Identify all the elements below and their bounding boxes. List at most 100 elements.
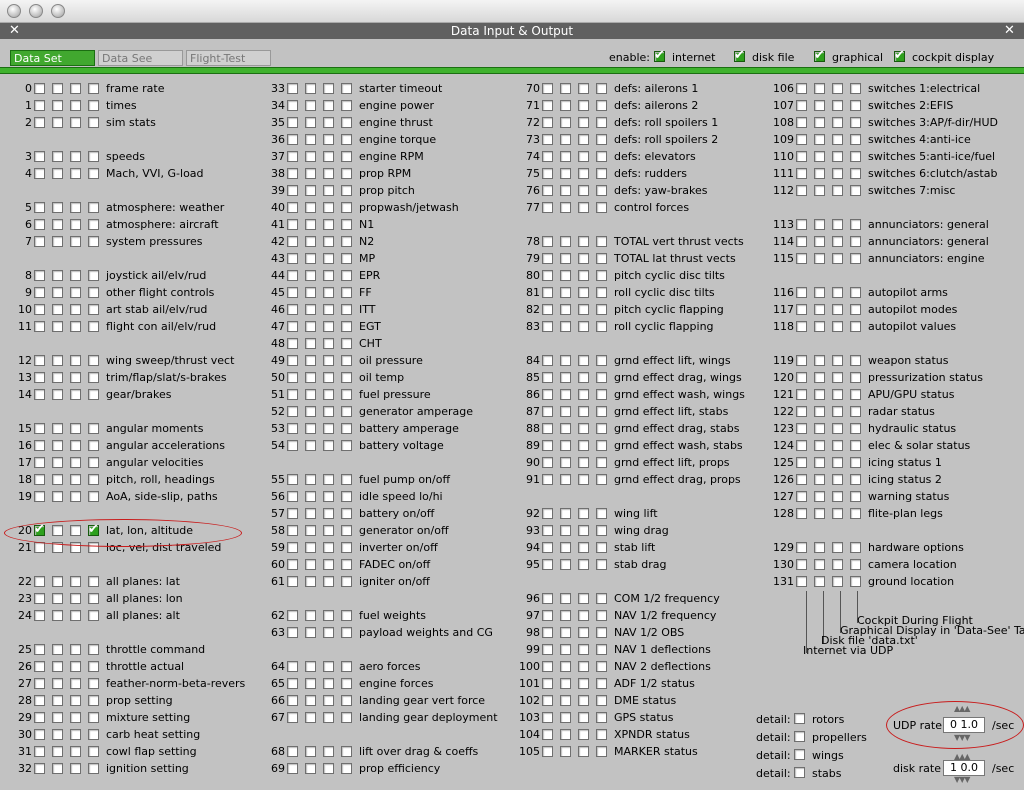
internet-checkbox[interactable]: [542, 712, 553, 723]
graphical-checkbox[interactable]: [323, 253, 334, 264]
graphical-checkbox[interactable]: [323, 406, 334, 417]
graphical-checkbox[interactable]: [578, 525, 589, 536]
cockpit-checkbox[interactable]: [88, 695, 99, 706]
graphical-checkbox[interactable]: [70, 457, 81, 468]
disk-checkbox[interactable]: [814, 219, 825, 230]
graphical-checkbox[interactable]: [323, 576, 334, 587]
disk-checkbox[interactable]: [52, 83, 63, 94]
internet-checkbox[interactable]: [796, 576, 807, 587]
disk-checkbox[interactable]: [814, 151, 825, 162]
cockpit-checkbox[interactable]: [850, 457, 861, 468]
cockpit-checkbox[interactable]: [341, 117, 352, 128]
internet-checkbox[interactable]: [796, 321, 807, 332]
internet-checkbox[interactable]: [34, 270, 45, 281]
cockpit-checkbox[interactable]: [596, 423, 607, 434]
disk-checkbox[interactable]: [814, 508, 825, 519]
internet-checkbox[interactable]: [542, 695, 553, 706]
internet-checkbox[interactable]: [796, 372, 807, 383]
disk-checkbox[interactable]: [52, 321, 63, 332]
cockpit-checkbox[interactable]: [850, 355, 861, 366]
internet-checkbox[interactable]: [287, 202, 298, 213]
disk-checkbox[interactable]: [52, 593, 63, 604]
internet-checkbox[interactable]: [542, 474, 553, 485]
cockpit-checkbox[interactable]: [341, 151, 352, 162]
disk-checkbox[interactable]: [560, 389, 571, 400]
disk-checkbox[interactable]: [560, 151, 571, 162]
graphical-checkbox[interactable]: [70, 321, 81, 332]
internet-checkbox[interactable]: [287, 304, 298, 315]
internet-checkbox[interactable]: [287, 236, 298, 247]
graphical-checkbox[interactable]: [323, 712, 334, 723]
disk-checkbox[interactable]: [814, 168, 825, 179]
cockpit-checkbox[interactable]: [850, 440, 861, 451]
graphical-checkbox[interactable]: [323, 372, 334, 383]
cockpit-checkbox[interactable]: [341, 236, 352, 247]
disk-checkbox[interactable]: [814, 559, 825, 570]
graphical-checkbox[interactable]: [70, 576, 81, 587]
graphical-checkbox[interactable]: [832, 559, 843, 570]
disk-checkbox[interactable]: [814, 355, 825, 366]
cockpit-checkbox[interactable]: [596, 457, 607, 468]
internet-checkbox[interactable]: [287, 355, 298, 366]
cockpit-checkbox[interactable]: [88, 576, 99, 587]
disk-checkbox[interactable]: [305, 321, 316, 332]
disk-checkbox[interactable]: [560, 372, 571, 383]
graphical-checkbox[interactable]: [578, 287, 589, 298]
cockpit-checkbox[interactable]: [88, 100, 99, 111]
disk-checkbox[interactable]: [560, 746, 571, 757]
cockpit-checkbox[interactable]: [596, 440, 607, 451]
graphical-checkbox[interactable]: [323, 168, 334, 179]
internet-checkbox[interactable]: [542, 236, 553, 247]
disk-checkbox[interactable]: [560, 627, 571, 638]
close-icon[interactable]: ✕: [1004, 23, 1015, 39]
disk-checkbox[interactable]: [560, 236, 571, 247]
cockpit-checkbox[interactable]: [341, 253, 352, 264]
disk-checkbox[interactable]: [52, 151, 63, 162]
graphical-checkbox[interactable]: [323, 559, 334, 570]
graphical-checkbox[interactable]: [832, 423, 843, 434]
graphical-checkbox[interactable]: [323, 440, 334, 451]
cockpit-checkbox[interactable]: [341, 627, 352, 638]
disk-checkbox[interactable]: [52, 219, 63, 230]
disk-checkbox[interactable]: [814, 83, 825, 94]
cockpit-checkbox[interactable]: [88, 270, 99, 281]
graphical-checkbox[interactable]: [70, 304, 81, 315]
cockpit-checkbox[interactable]: [341, 389, 352, 400]
tab-flight-test[interactable]: Flight-Test: [186, 50, 271, 66]
internet-checkbox[interactable]: [542, 406, 553, 417]
graphical-checkbox[interactable]: [323, 508, 334, 519]
graphical-checkbox[interactable]: [70, 151, 81, 162]
enable-graphical-checkbox[interactable]: [814, 48, 825, 63]
internet-checkbox[interactable]: [542, 287, 553, 298]
disk-checkbox[interactable]: [305, 355, 316, 366]
internet-checkbox[interactable]: [34, 542, 45, 553]
disk-checkbox[interactable]: [560, 168, 571, 179]
internet-checkbox[interactable]: [542, 525, 553, 536]
internet-checkbox[interactable]: [542, 372, 553, 383]
cockpit-checkbox[interactable]: [341, 423, 352, 434]
graphical-checkbox[interactable]: [70, 389, 81, 400]
internet-checkbox[interactable]: [796, 406, 807, 417]
cockpit-checkbox[interactable]: [850, 151, 861, 162]
cockpit-checkbox[interactable]: [850, 134, 861, 145]
cockpit-checkbox[interactable]: [850, 304, 861, 315]
cockpit-checkbox[interactable]: [850, 576, 861, 587]
disk-checkbox[interactable]: [305, 559, 316, 570]
internet-checkbox[interactable]: [796, 83, 807, 94]
internet-checkbox[interactable]: [287, 406, 298, 417]
internet-checkbox[interactable]: [34, 440, 45, 451]
disk-checkbox[interactable]: [52, 202, 63, 213]
disk-checkbox[interactable]: [52, 729, 63, 740]
graphical-checkbox[interactable]: [70, 610, 81, 621]
disk-checkbox[interactable]: [560, 593, 571, 604]
internet-checkbox[interactable]: [287, 695, 298, 706]
internet-checkbox[interactable]: [34, 644, 45, 655]
internet-checkbox[interactable]: [287, 83, 298, 94]
graphical-checkbox[interactable]: [578, 83, 589, 94]
internet-checkbox[interactable]: [542, 355, 553, 366]
internet-checkbox[interactable]: [542, 678, 553, 689]
graphical-checkbox[interactable]: [323, 151, 334, 162]
graphical-checkbox[interactable]: [70, 474, 81, 485]
disk-checkbox[interactable]: [305, 440, 316, 451]
cockpit-checkbox[interactable]: [850, 185, 861, 196]
